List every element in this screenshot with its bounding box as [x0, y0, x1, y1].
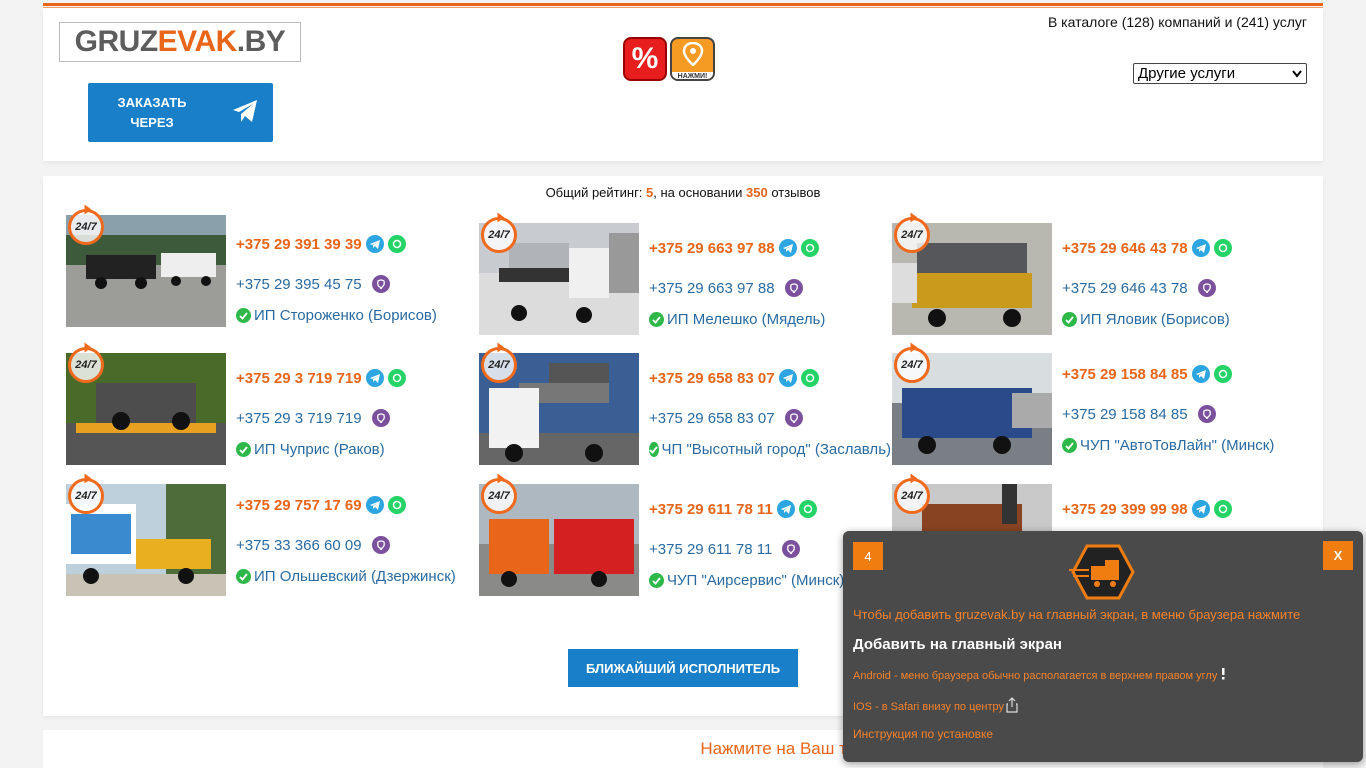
service-select[interactable]: Другие услуги: [1133, 63, 1307, 84]
24-7-badge: 24/7: [68, 209, 104, 245]
verified-check-icon: [1062, 438, 1077, 453]
order-button-label: ЗАКАЗАТЬ ЧЕРЕЗ: [117, 94, 187, 130]
telegram-icon[interactable]: [365, 235, 384, 253]
telegram-icon[interactable]: [778, 239, 797, 257]
popup-android-hint: Android - меню браузера обычно располага…: [853, 668, 1225, 683]
secondary-phone-link[interactable]: +375 29 158 84 85: [1062, 405, 1216, 423]
24-7-badge: 24/7: [894, 478, 930, 514]
whatsapp-icon[interactable]: [800, 369, 819, 387]
telegram-icon[interactable]: [1191, 365, 1210, 383]
company-name-link[interactable]: ИП Ольшевский (Дзержинск): [236, 568, 456, 585]
discount-button[interactable]: %: [623, 37, 667, 81]
catalog-summary: В каталоге (128) компаний и (241) услуг: [1047, 14, 1307, 30]
24-7-badge: 24/7: [481, 478, 517, 514]
tow-truck-logo-icon: [1069, 544, 1135, 605]
whatsapp-icon[interactable]: [387, 496, 406, 514]
overall-rating: Общий рейтинг: 5, на основании 350 отзыв…: [545, 185, 821, 200]
telegram-icon[interactable]: [1191, 239, 1210, 257]
verified-check-icon: [1062, 312, 1077, 327]
viber-icon[interactable]: [371, 275, 390, 293]
viber-icon[interactable]: [371, 409, 390, 427]
secondary-phone-link[interactable]: +375 29 3 719 719: [236, 409, 390, 427]
verified-check-icon: [649, 573, 664, 588]
popup-install-instructions-link[interactable]: Инструкция по установке: [853, 727, 993, 741]
primary-phone-link[interactable]: +375 29 658 83 07: [649, 369, 819, 387]
site-header: GRUZ EVAK .BY ЗАКАЗАТЬ ЧЕРЕЗ % НАЖМИ! В ка…: [43, 8, 1323, 161]
telegram-icon[interactable]: [1191, 500, 1210, 518]
primary-phone-link[interactable]: +375 29 646 43 78: [1062, 239, 1232, 257]
share-icon: [1006, 697, 1018, 716]
24-7-badge: 24/7: [894, 217, 930, 253]
secondary-phone-link[interactable]: +375 29 663 97 88: [649, 279, 803, 297]
viber-icon[interactable]: [1197, 279, 1216, 297]
popup-ios-hint: IOS - в Safari внизу по центру: [853, 697, 1018, 716]
map-location-button[interactable]: НАЖМИ!: [670, 37, 715, 81]
primary-phone-link[interactable]: +375 29 757 17 69: [236, 496, 406, 514]
24-7-badge: 24/7: [894, 347, 930, 383]
popup-instruction-text: Чтобы добавить gruzevak.by на главный эк…: [853, 607, 1301, 622]
telegram-icon[interactable]: [365, 496, 384, 514]
add-to-homescreen-popup: 4 X Чтобы добавить gruzevak.by на главны…: [843, 531, 1363, 762]
whatsapp-icon[interactable]: [1213, 365, 1232, 383]
popup-add-homescreen-label: Добавить на главный экран: [853, 636, 1062, 653]
24-7-badge: 24/7: [68, 478, 104, 514]
primary-phone-link[interactable]: +375 29 663 97 88: [649, 239, 819, 257]
top-accent-line: [43, 3, 1323, 6]
verified-check-icon: [236, 442, 251, 457]
viber-icon[interactable]: [784, 409, 803, 427]
viber-icon[interactable]: [782, 540, 801, 558]
telegram-plane-icon: [231, 98, 259, 129]
popup-close-button[interactable]: X: [1323, 541, 1353, 570]
24-7-badge: 24/7: [481, 217, 517, 253]
telegram-icon[interactable]: [365, 369, 384, 387]
whatsapp-icon[interactable]: [1213, 239, 1232, 257]
viber-icon[interactable]: [1197, 405, 1216, 423]
primary-phone-link[interactable]: +375 29 399 99 98: [1062, 500, 1232, 518]
whatsapp-icon[interactable]: [800, 239, 819, 257]
secondary-phone-link[interactable]: +375 29 646 43 78: [1062, 279, 1216, 297]
whatsapp-icon[interactable]: [1213, 500, 1232, 518]
company-name-link[interactable]: ЧП "Высотный город" (Заславль): [649, 441, 891, 458]
telegram-icon[interactable]: [778, 369, 797, 387]
verified-check-icon: [236, 308, 251, 323]
company-name-link[interactable]: ИП Чуприс (Раков): [236, 441, 385, 458]
map-button-caption: НАЖМИ!: [672, 72, 713, 79]
secondary-phone-link[interactable]: +375 29 395 45 75: [236, 275, 390, 293]
24-7-badge: 24/7: [68, 347, 104, 383]
viber-icon[interactable]: [784, 279, 803, 297]
secondary-phone-link[interactable]: +375 29 611 78 11: [649, 540, 801, 558]
menu-dots-icon: [1221, 668, 1225, 683]
primary-phone-link[interactable]: +375 29 391 39 39: [236, 235, 406, 253]
logo-text-part2: EVAK: [157, 25, 238, 58]
map-pin-icon: [682, 41, 704, 71]
verified-check-icon: [236, 569, 251, 584]
verified-check-icon: [649, 442, 659, 457]
verified-check-icon: [649, 312, 664, 327]
whatsapp-icon[interactable]: [387, 235, 406, 253]
whatsapp-icon[interactable]: [387, 369, 406, 387]
secondary-phone-link[interactable]: +375 29 658 83 07: [649, 409, 803, 427]
primary-phone-link[interactable]: +375 29 158 84 85: [1062, 365, 1232, 383]
secondary-phone-link[interactable]: +375 33 366 60 09: [236, 536, 390, 554]
logo-text-part1: GRUZ: [74, 25, 159, 58]
company-name-link[interactable]: ИП Стороженко (Борисов): [236, 307, 437, 324]
viber-icon[interactable]: [371, 536, 390, 554]
chevron-down-icon: [1292, 65, 1302, 82]
24-7-badge: 24/7: [481, 347, 517, 383]
whatsapp-icon[interactable]: [798, 500, 817, 518]
company-name-link[interactable]: ИП Мелешко (Мядель): [649, 311, 825, 328]
nearest-provider-button[interactable]: БЛИЖАЙШИЙ ИСПОЛНИТЕЛЬ: [568, 649, 798, 687]
telegram-icon[interactable]: [776, 500, 795, 518]
company-name-link[interactable]: ЧУП "АвтоТовЛайн" (Минск): [1062, 437, 1274, 454]
primary-phone-link[interactable]: +375 29 611 78 11: [649, 500, 817, 518]
service-select-value: Другие услуги: [1138, 65, 1236, 82]
primary-phone-link[interactable]: +375 29 3 719 719: [236, 369, 406, 387]
percent-icon: %: [631, 42, 659, 75]
company-name-link[interactable]: ИП Яловик (Борисов): [1062, 311, 1230, 328]
site-logo[interactable]: GRUZ EVAK .BY: [59, 22, 301, 62]
rating-review-count: 350: [745, 185, 768, 200]
logo-text-part3: .BY: [236, 25, 286, 58]
order-via-telegram-button[interactable]: ЗАКАЗАТЬ ЧЕРЕЗ: [88, 83, 273, 142]
popup-counter-badge: 4: [853, 542, 883, 570]
